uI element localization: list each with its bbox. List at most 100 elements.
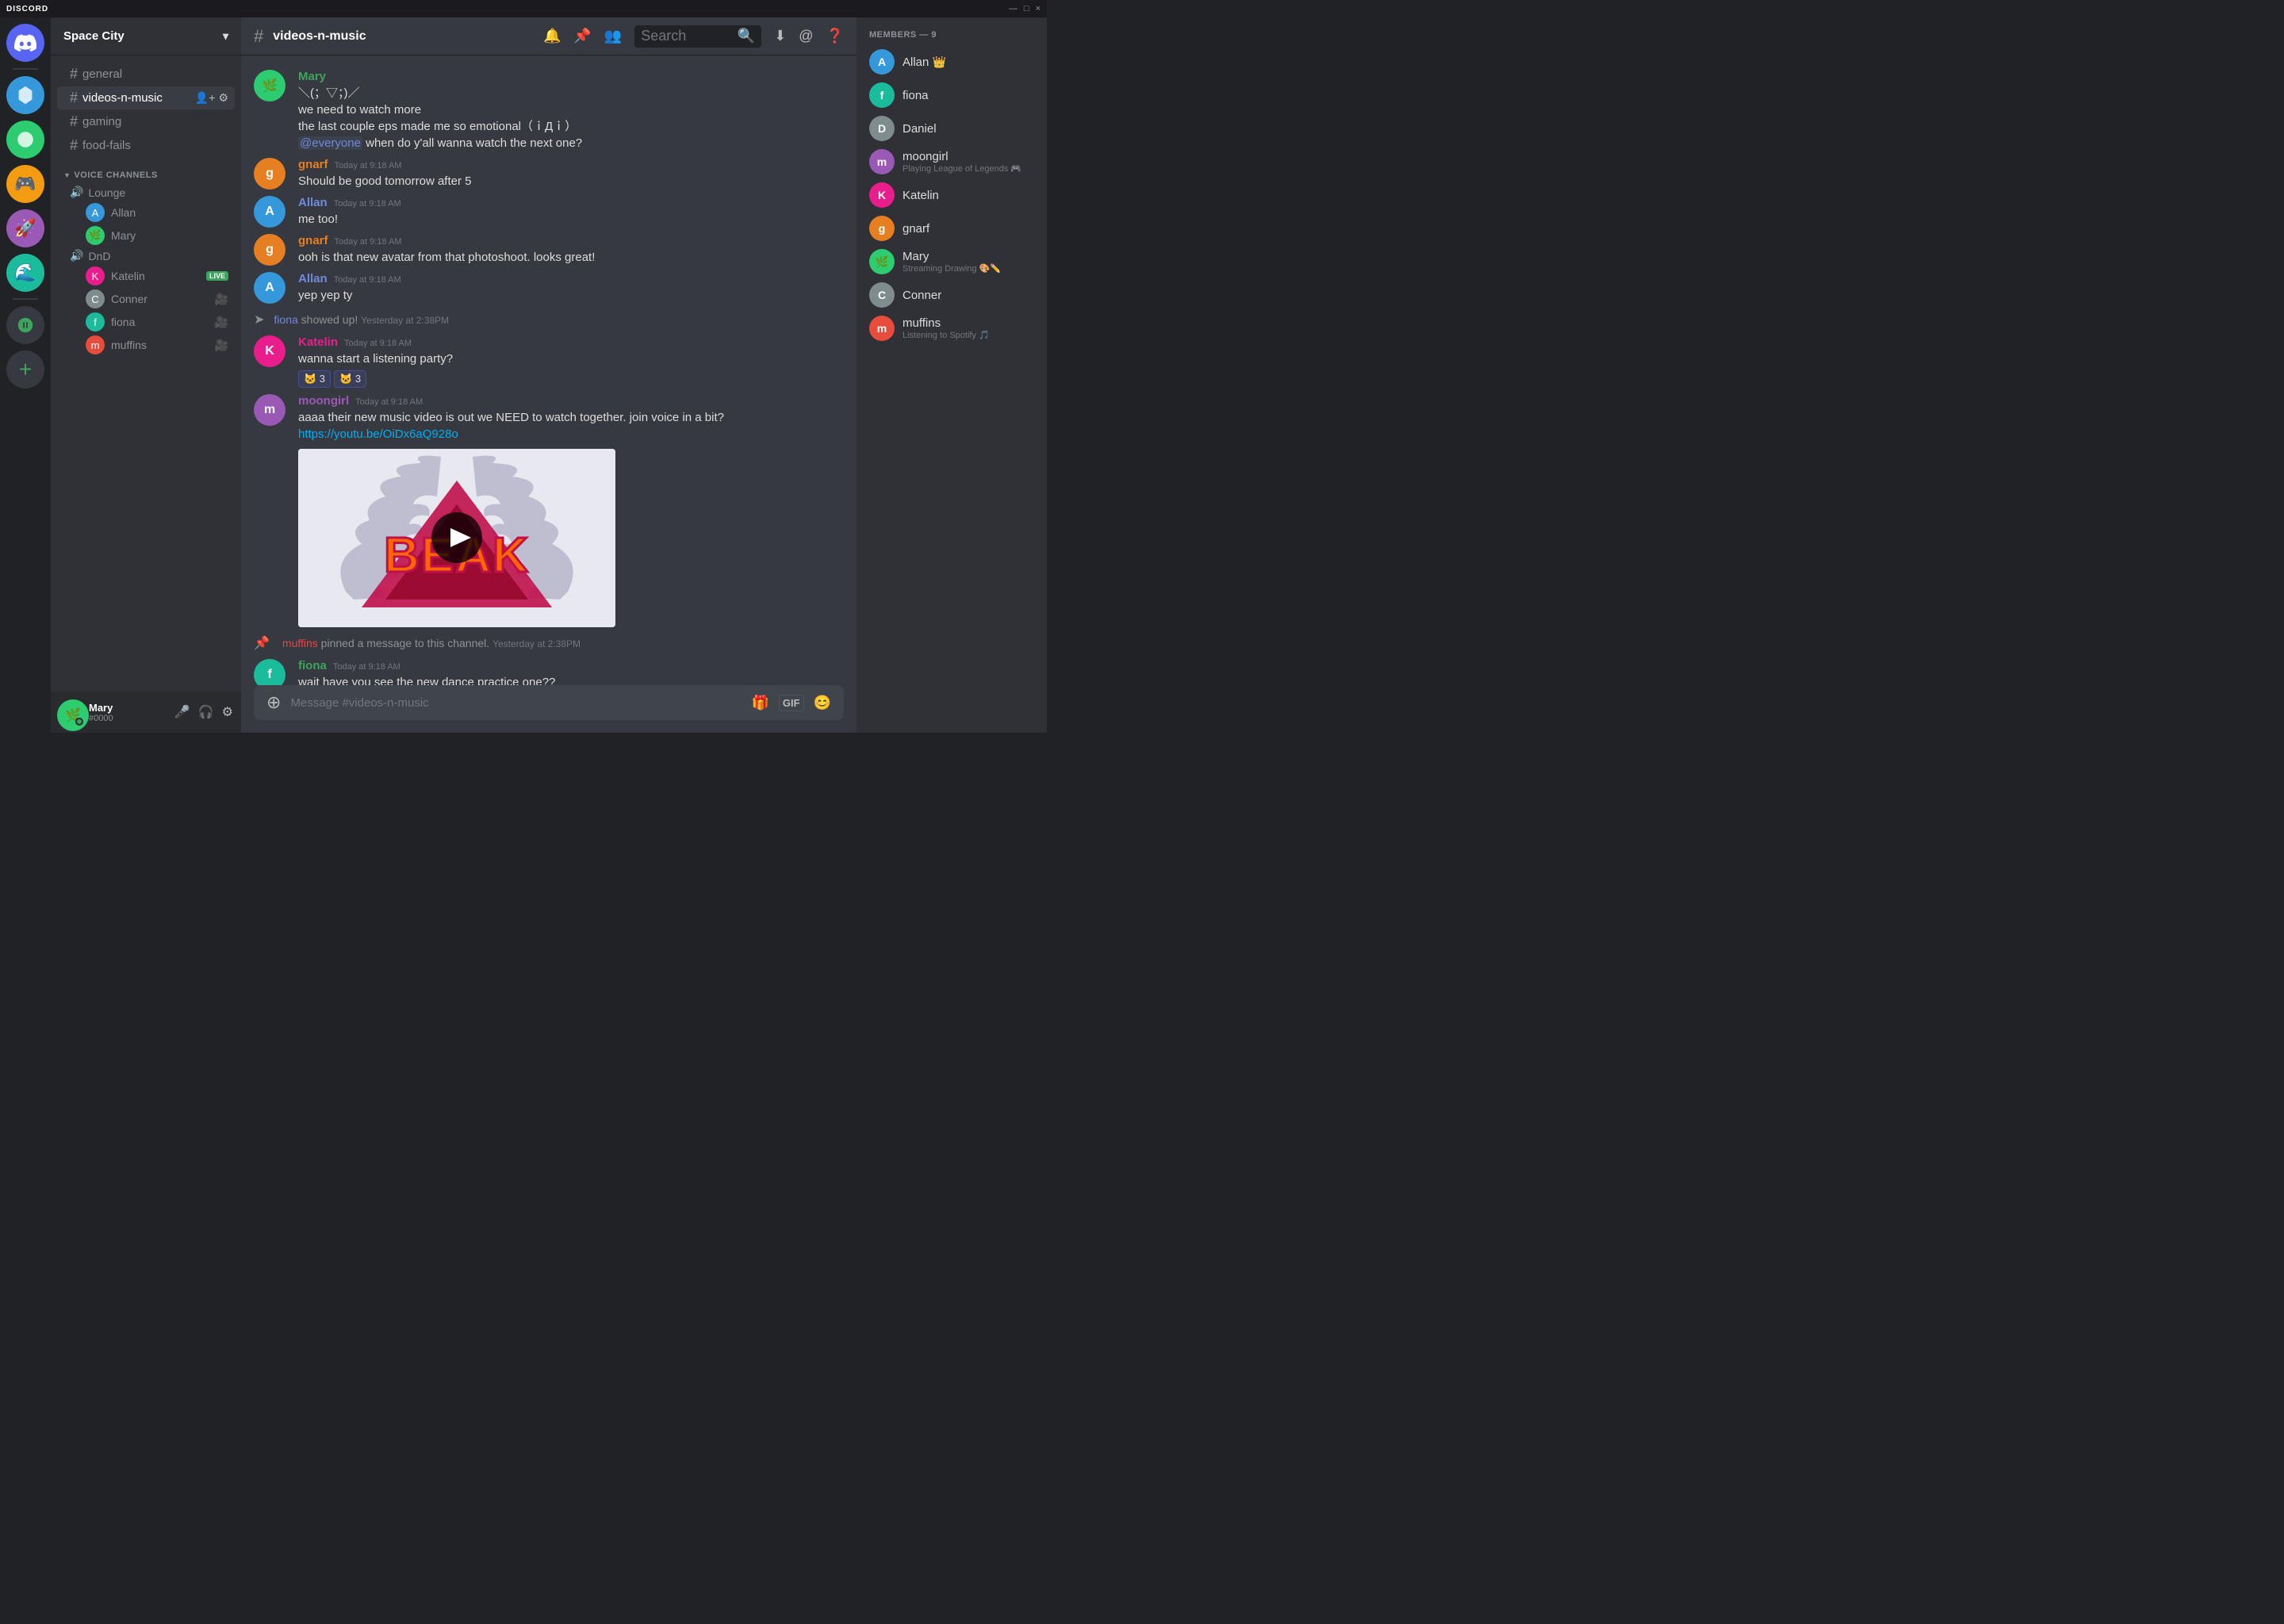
server-menu-chevron: ▾ [223,29,228,43]
voice-channel-lounge[interactable]: 🔊 Lounge [57,184,235,201]
emoji-icon[interactable]: 😊 [814,695,831,711]
message-input[interactable] [290,696,742,710]
server-icon-3[interactable]: 🎮 [6,165,44,203]
message-author[interactable]: gnarf [298,234,328,247]
message-author[interactable]: Allan [298,272,328,285]
at-icon[interactable]: @ [799,28,813,44]
server-icon-2[interactable] [6,121,44,159]
search-bar[interactable]: Search 🔍 [634,25,761,48]
member-item-gnarf[interactable]: g gnarf [863,213,1040,244]
member-item-fiona[interactable]: f fiona [863,79,1040,111]
deafen-button[interactable]: 🎧 [197,703,216,722]
server-icon-4[interactable]: 🚀 [6,209,44,247]
hash-icon: # [70,137,78,154]
member-item-moongirl[interactable]: m moongirl Playing League of Legends 🎮 [863,146,1040,178]
message-author[interactable]: gnarf [298,158,328,171]
messages-area: 🌿 Mary ＼(；▽；)／ we need to watch more the… [241,56,856,685]
video-link[interactable]: https://youtu.be/OiDx6aQ928o [298,427,458,441]
voice-user-fiona[interactable]: f fiona 🎥 [57,311,235,333]
minimize-btn[interactable]: — [1009,4,1017,13]
add-server-button[interactable]: + [6,350,44,389]
message-header: Allan Today at 9:18 AM [298,272,844,285]
message-content: gnarf Today at 9:18 AM ooh is that new a… [298,234,844,266]
message-header: moongirl Today at 9:18 AM [298,394,844,408]
member-item-katelin[interactable]: K Katelin [863,179,1040,211]
system-actor-link[interactable]: muffins [282,637,318,649]
server-icon-5[interactable]: 🌊 [6,254,44,292]
server-header[interactable]: Space City ▾ [51,17,241,56]
channel-item-videos-n-music[interactable]: # videos-n-music 👤+ ⚙ [57,86,235,109]
channel-name: gaming [82,115,121,128]
member-name: Mary [902,250,1034,263]
user-settings-button[interactable]: ⚙ [220,703,235,722]
voice-user-conner[interactable]: C Conner 🎥 [57,288,235,310]
gift-icon[interactable]: 🎁 [751,695,768,711]
mention[interactable]: @everyone [298,136,362,150]
server-name: Space City [63,29,125,43]
voice-user-muffins[interactable]: m muffins 🎥 [57,334,235,356]
member-status: Listening to Spotify 🎵 [902,330,1034,340]
voice-channel-name: DnD [88,250,110,262]
member-avatar: D [869,116,895,141]
member-info: Daniel [902,122,1034,136]
message-author[interactable]: Mary [298,70,326,83]
message-timestamp: Today at 9:18 AM [334,199,401,209]
message-author[interactable]: Allan [298,196,328,209]
add-attachment-button[interactable]: ⊕ [266,692,281,713]
members-icon[interactable]: 👥 [604,28,622,44]
system-actor-link[interactable]: fiona [274,313,297,326]
collapse-icon: ▼ [63,171,71,179]
help-icon[interactable]: ❓ [826,28,844,44]
current-user-discriminator: #0000 [89,714,167,723]
member-item-conner[interactable]: C Conner [863,279,1040,311]
voice-channel-dnd[interactable]: 🔊 DnD [57,247,235,264]
search-icon: 🔍 [738,28,755,44]
pin-icon[interactable]: 📌 [573,28,591,44]
member-item-mary[interactable]: 🌿 Mary Streaming Drawing 🎨✏️ [863,246,1040,278]
message-text: yep yep ty [298,287,844,304]
message-timestamp: Today at 9:18 AM [344,339,412,348]
add-member-icon[interactable]: 👤+ [195,91,216,105]
window-controls[interactable]: — □ × [1009,4,1040,13]
discord-home-button[interactable] [6,24,44,62]
video-thumbnail: BEAK [298,449,615,627]
message-author[interactable]: Katelin [298,335,338,349]
message-header: Allan Today at 9:18 AM [298,196,844,209]
gif-button[interactable]: GIF [779,695,804,711]
input-icons: 🎁 GIF 😊 [751,695,831,711]
member-status: Streaming Drawing 🎨✏️ [902,263,1034,274]
voice-user-avatar: f [86,312,105,331]
voice-user-katelin[interactable]: K Katelin LIVE [57,265,235,287]
message-author[interactable]: moongirl [298,394,349,408]
member-item-daniel[interactable]: D Daniel [863,113,1040,144]
bell-icon[interactable]: 🔔 [543,28,561,44]
message-content: fiona Today at 9:18 AM wait have you see… [298,659,844,685]
channel-item-food-fails[interactable]: # food-fails [57,134,235,157]
member-status: Playing League of Legends 🎮 [902,163,1034,174]
server-icon-1[interactable] [6,76,44,114]
channel-item-gaming[interactable]: # gaming [57,110,235,133]
message-author[interactable]: fiona [298,659,327,672]
mute-button[interactable]: 🎤 [173,703,192,722]
message-header: Katelin Today at 9:18 AM [298,335,844,349]
reaction-cat1[interactable]: 🐱 3 [298,370,331,388]
close-btn[interactable]: × [1036,4,1040,13]
voice-user-mary[interactable]: 🌿 Mary [57,224,235,247]
message-header: Mary [298,70,844,83]
message-avatar: A [254,272,286,304]
member-avatar: K [869,182,895,208]
maximize-btn[interactable]: □ [1024,4,1029,13]
server-sidebar: 🎮 🚀 🌊 + [0,17,51,733]
voice-user-allan[interactable]: A Allan [57,201,235,224]
reaction-cat2[interactable]: 🐱 3 [334,370,366,388]
voice-channels-section[interactable]: ▼ Voice Channels [51,158,241,183]
explore-servers-button[interactable] [6,306,44,344]
voice-user-avatar: A [86,203,105,222]
settings-icon[interactable]: ⚙ [218,91,228,105]
member-item-muffins[interactable]: m muffins Listening to Spotify 🎵 [863,312,1040,344]
member-item-allan[interactable]: A Allan 👑 [863,46,1040,78]
channel-item-general[interactable]: # general [57,63,235,86]
message-text: the last couple eps made me so emotional… [298,118,844,135]
video-embed[interactable]: BEAK [298,449,615,627]
download-icon[interactable]: ⬇ [774,28,786,44]
